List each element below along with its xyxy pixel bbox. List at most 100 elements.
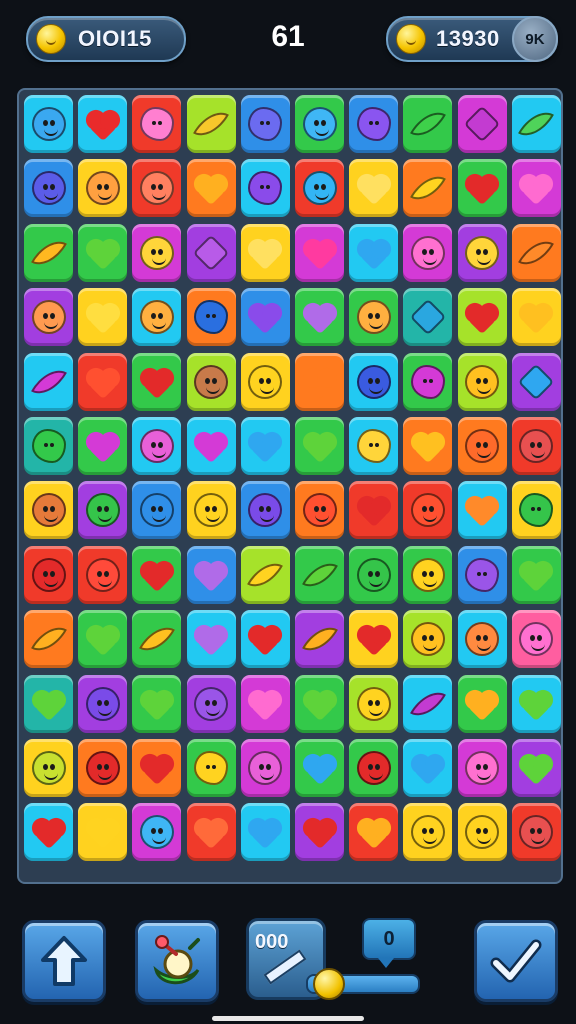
board-tile[interactable] bbox=[186, 352, 236, 411]
board-tile[interactable] bbox=[457, 223, 507, 282]
badge-button[interactable]: 9K bbox=[512, 16, 558, 62]
board-tile[interactable] bbox=[132, 481, 182, 540]
board-tile[interactable] bbox=[511, 481, 561, 540]
board-tile[interactable] bbox=[349, 803, 399, 862]
board-tile[interactable] bbox=[132, 417, 182, 475]
board-tile[interactable] bbox=[403, 417, 453, 475]
board-tile[interactable] bbox=[186, 481, 236, 540]
board-tile[interactable] bbox=[457, 352, 507, 411]
board-tile[interactable] bbox=[186, 288, 236, 347]
board-tile[interactable] bbox=[240, 610, 290, 669]
board-tile[interactable] bbox=[132, 223, 182, 282]
board-tile[interactable] bbox=[240, 159, 290, 218]
board-tile[interactable] bbox=[186, 159, 236, 218]
board-tile[interactable] bbox=[132, 739, 182, 797]
board-tile[interactable] bbox=[403, 159, 453, 218]
board-tile[interactable] bbox=[24, 674, 73, 733]
board-tile[interactable] bbox=[132, 674, 182, 733]
board-tile[interactable] bbox=[240, 803, 290, 862]
board-tile[interactable] bbox=[24, 417, 73, 475]
board-tile[interactable] bbox=[24, 803, 73, 862]
board-tile[interactable] bbox=[186, 417, 236, 475]
board-tile[interactable] bbox=[295, 481, 344, 540]
board-tile[interactable] bbox=[78, 288, 128, 347]
board-tile[interactable] bbox=[240, 674, 290, 733]
board-tile[interactable] bbox=[457, 610, 507, 669]
board-tile[interactable] bbox=[24, 610, 73, 669]
board-tile[interactable] bbox=[511, 417, 561, 475]
board-tile[interactable] bbox=[511, 223, 561, 282]
board-tile[interactable] bbox=[78, 417, 128, 475]
board-tile[interactable] bbox=[403, 95, 453, 153]
board-tile[interactable] bbox=[349, 610, 399, 669]
board-tile[interactable] bbox=[457, 159, 507, 218]
board-tile[interactable] bbox=[186, 803, 236, 862]
board-tile[interactable] bbox=[240, 545, 290, 604]
board-tile[interactable] bbox=[511, 739, 561, 797]
board-tile[interactable] bbox=[403, 352, 453, 411]
board-tile[interactable] bbox=[78, 610, 128, 669]
board-tile[interactable] bbox=[240, 417, 290, 475]
board-tile[interactable] bbox=[132, 352, 182, 411]
board-tile[interactable] bbox=[78, 159, 128, 218]
board-tile[interactable] bbox=[186, 95, 236, 153]
board-tile[interactable] bbox=[295, 610, 344, 669]
board-tile[interactable] bbox=[295, 417, 344, 475]
board-tile[interactable] bbox=[78, 352, 128, 411]
board-tile[interactable] bbox=[403, 288, 453, 347]
board-tile[interactable] bbox=[403, 674, 453, 733]
board-tile[interactable] bbox=[78, 223, 128, 282]
board-tile[interactable] bbox=[295, 288, 344, 347]
board-tile[interactable] bbox=[457, 545, 507, 604]
board-tile[interactable] bbox=[511, 288, 561, 347]
board-tile[interactable] bbox=[78, 674, 128, 733]
board-tile[interactable] bbox=[240, 352, 290, 411]
board-tile[interactable] bbox=[403, 739, 453, 797]
board-tile[interactable] bbox=[349, 417, 399, 475]
board-tile[interactable] bbox=[78, 95, 128, 153]
board-tile[interactable] bbox=[132, 288, 182, 347]
board-tile[interactable] bbox=[132, 803, 182, 862]
board-tile[interactable] bbox=[132, 545, 182, 604]
board-tile[interactable] bbox=[511, 674, 561, 733]
board-tile[interactable] bbox=[78, 739, 128, 797]
board-tile[interactable] bbox=[78, 481, 128, 540]
board-tile[interactable] bbox=[349, 223, 399, 282]
board-tile[interactable] bbox=[24, 288, 73, 347]
board-tile[interactable] bbox=[295, 159, 344, 218]
board-tile[interactable] bbox=[295, 803, 344, 862]
board-tile[interactable] bbox=[457, 417, 507, 475]
undo-button[interactable] bbox=[22, 920, 106, 1002]
board-tile[interactable] bbox=[403, 610, 453, 669]
board-tile[interactable] bbox=[403, 481, 453, 540]
board-tile[interactable] bbox=[132, 95, 182, 153]
board-tile[interactable] bbox=[78, 545, 128, 604]
board-tile[interactable] bbox=[132, 159, 182, 218]
board-tile[interactable] bbox=[349, 352, 399, 411]
board-tile[interactable] bbox=[511, 803, 561, 862]
board-tile[interactable] bbox=[295, 545, 344, 604]
board-tile[interactable] bbox=[349, 674, 399, 733]
board-tile[interactable] bbox=[240, 95, 290, 153]
board-tile[interactable] bbox=[24, 545, 73, 604]
board-tile[interactable] bbox=[457, 288, 507, 347]
board-tile[interactable] bbox=[457, 739, 507, 797]
confirm-button[interactable] bbox=[474, 920, 558, 1002]
board-tile[interactable] bbox=[186, 674, 236, 733]
board-tile[interactable] bbox=[186, 223, 236, 282]
board-tile[interactable] bbox=[186, 739, 236, 797]
board-tile[interactable] bbox=[24, 352, 73, 411]
slider-knob[interactable] bbox=[312, 968, 345, 1000]
board-tile[interactable] bbox=[78, 803, 128, 862]
board-tile[interactable] bbox=[457, 95, 507, 153]
board-tile[interactable] bbox=[24, 95, 73, 153]
board-tile[interactable] bbox=[349, 288, 399, 347]
board-tile[interactable] bbox=[403, 545, 453, 604]
board-tile[interactable] bbox=[511, 159, 561, 218]
board-tile[interactable] bbox=[24, 223, 73, 282]
board-tile[interactable] bbox=[511, 95, 561, 153]
board-tile[interactable] bbox=[24, 159, 73, 218]
board-tile[interactable] bbox=[511, 352, 561, 411]
board-tile[interactable] bbox=[457, 803, 507, 862]
board-tile[interactable] bbox=[295, 223, 344, 282]
